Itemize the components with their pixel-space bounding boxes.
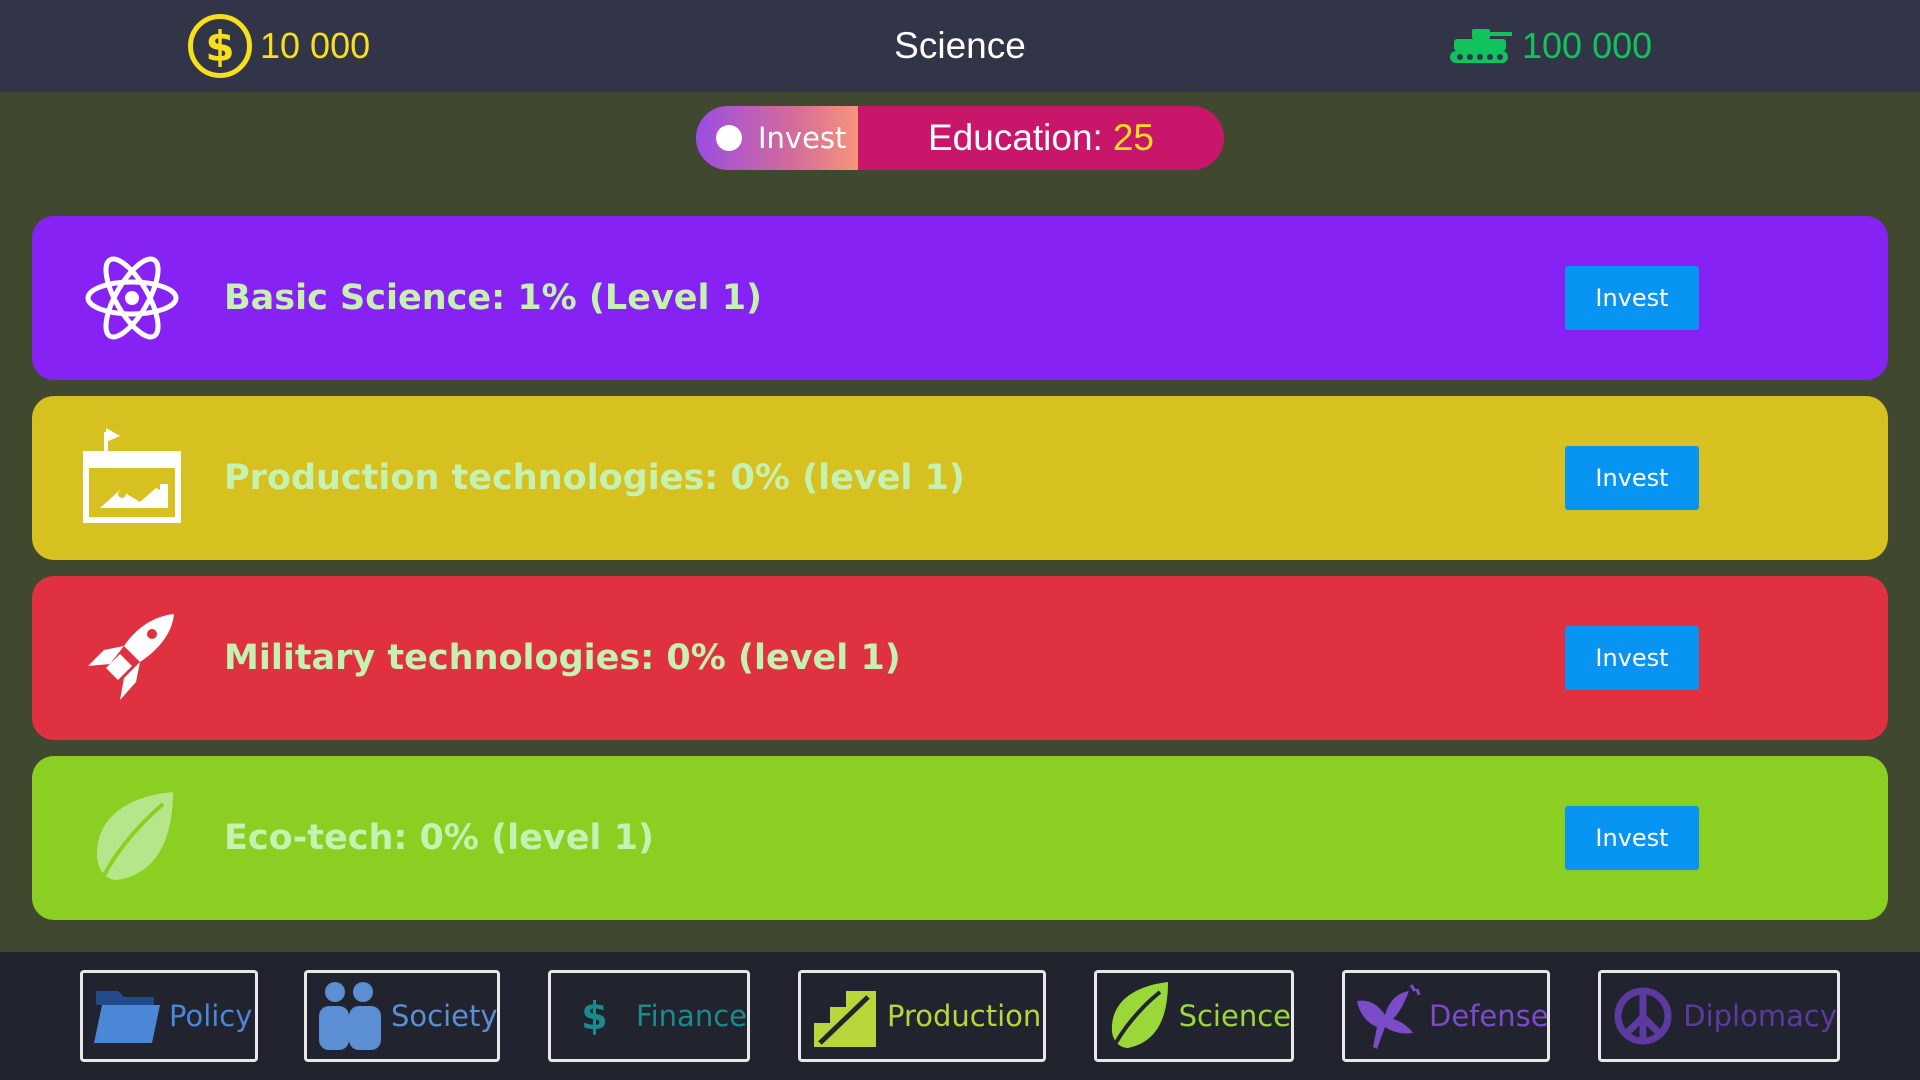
nav-finance[interactable]: $ Finance	[548, 970, 750, 1062]
nav-production[interactable]: Production	[798, 970, 1046, 1062]
education-label: Education:	[927, 117, 1103, 158]
nav-label: Policy	[169, 999, 253, 1033]
people-icon	[315, 980, 385, 1052]
education-display: Education: 25	[858, 106, 1224, 170]
dollar-icon: $	[581, 994, 608, 1038]
tank-icon	[1450, 29, 1512, 63]
invest-button-eco-tech[interactable]: Invest	[1565, 806, 1699, 870]
nav-defense[interactable]: Defense	[1342, 970, 1550, 1062]
nav-diplomacy[interactable]: Diplomacy	[1598, 970, 1840, 1062]
nav-label: Society	[391, 999, 498, 1033]
peace-icon	[1609, 980, 1677, 1052]
card-label: Military technologies: 0% (level 1)	[224, 638, 901, 678]
nav-label: Finance	[636, 999, 747, 1033]
dove-icon	[1353, 980, 1423, 1052]
folder-icon	[91, 980, 163, 1052]
invest-button-military[interactable]: Invest	[1565, 626, 1699, 690]
army-display: 100 000	[1450, 14, 1652, 78]
card-eco-tech: Eco-tech: 0% (level 1) Invest	[32, 756, 1888, 920]
card-military-technologies: Military technologies: 0% (level 1) Inve…	[32, 576, 1888, 740]
nav-label: Production	[887, 999, 1042, 1033]
invest-toggle-label: Invest	[758, 121, 847, 155]
education-value: 25	[1112, 117, 1154, 158]
card-label: Basic Science: 1% (Level 1)	[224, 278, 763, 318]
toggle-knob	[716, 125, 742, 151]
stairs-icon	[809, 980, 881, 1052]
atom-icon	[80, 246, 184, 350]
invest-button-basic-science[interactable]: Invest	[1565, 266, 1699, 330]
education-panel: Invest Education: 25	[696, 106, 1224, 170]
card-basic-science: Basic Science: 1% (Level 1) Invest	[32, 216, 1888, 380]
nav-label: Science	[1178, 999, 1291, 1033]
card-label: Eco-tech: 0% (level 1)	[224, 818, 654, 858]
leaf-icon	[1105, 980, 1173, 1052]
bottom-nav: Policy Society $ Finance Production Scie…	[0, 952, 1920, 1080]
nav-science[interactable]: Science	[1094, 970, 1294, 1062]
nav-label: Defense	[1429, 999, 1549, 1033]
top-bar: $ 10 000 Science 100 000	[0, 0, 1920, 92]
invest-toggle[interactable]: Invest	[696, 106, 858, 170]
nav-policy[interactable]: Policy	[80, 970, 258, 1062]
invest-button-production[interactable]: Invest	[1565, 446, 1699, 510]
factory-icon	[80, 426, 184, 530]
army-value: 100 000	[1522, 25, 1653, 66]
card-production-technologies: Production technologies: 0% (level 1) In…	[32, 396, 1888, 560]
rocket-icon	[80, 606, 184, 710]
leaf-icon	[80, 786, 184, 890]
nav-label: Diplomacy	[1683, 999, 1837, 1033]
card-label: Production technologies: 0% (level 1)	[224, 458, 965, 498]
nav-society[interactable]: Society	[304, 970, 500, 1062]
